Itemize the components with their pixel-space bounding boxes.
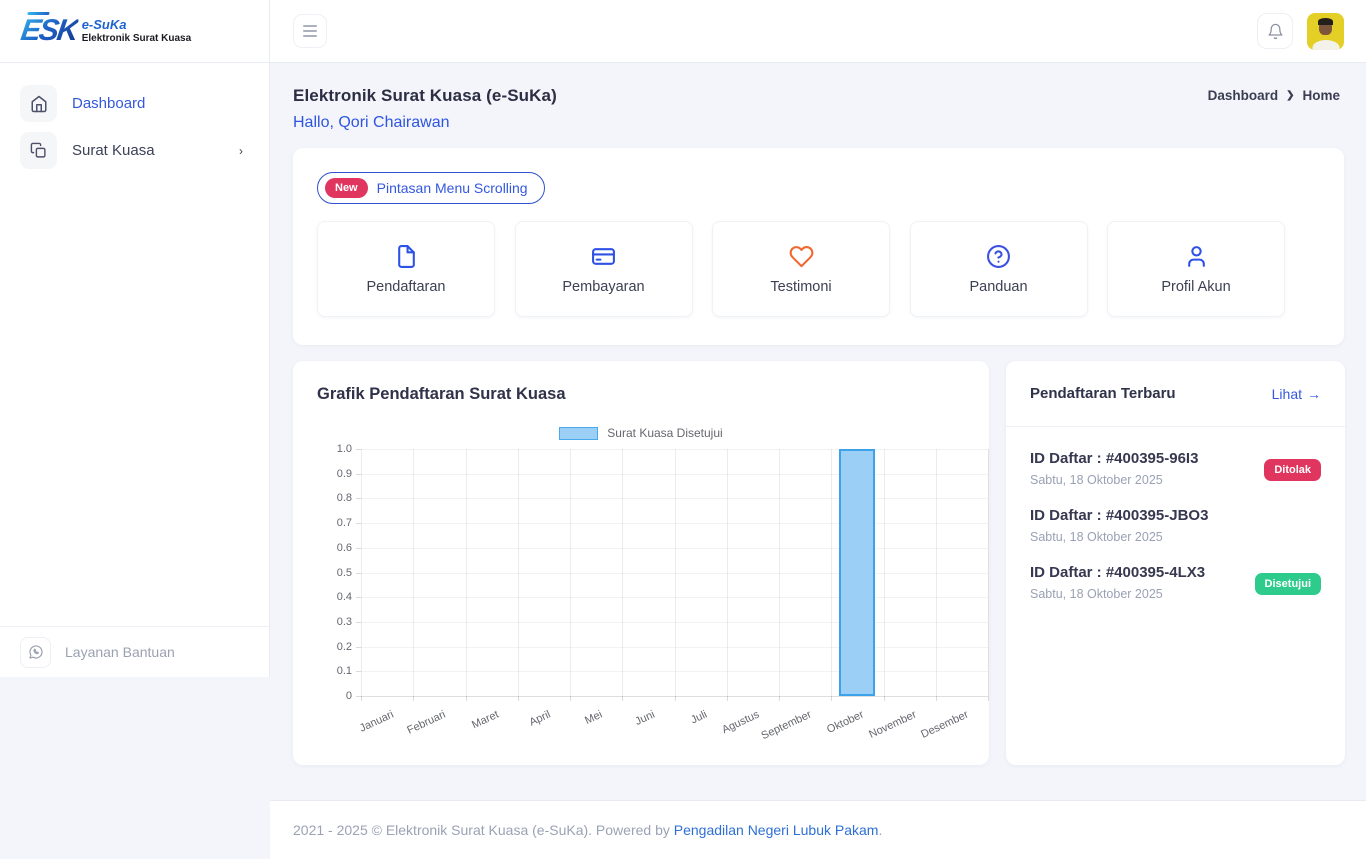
shortcut-scroll-button[interactable]: New Pintasan Menu Scrolling [317,172,545,204]
view-all-link[interactable]: Lihat → [1272,386,1321,402]
heart-icon [789,244,814,269]
user-greeting: Hallo, Qori Chairawan [293,114,1344,132]
chart-card: Grafik Pendaftaran Surat Kuasa Surat Kua… [293,361,989,765]
shortcut-pembayaran[interactable]: Pembayaran [515,221,693,317]
sidebar-toggle-button[interactable] [293,14,327,48]
user-icon [1184,244,1209,269]
x-axis-tick: Juli [689,709,709,727]
bar-chart-plot: 1.00.90.80.70.60.50.40.30.20.10JanuariFe… [361,449,988,696]
breadcrumb-home: Home [1302,88,1340,103]
shortcut-profil-akun[interactable]: Profil Akun [1107,221,1285,317]
shortcut-testimoni[interactable]: Testimoni [712,221,890,317]
bar-Oktober[interactable] [839,449,875,696]
status-badge-rejected: Ditolak [1264,459,1321,481]
file-icon [394,244,419,269]
credit-card-icon [591,244,616,269]
registration-list-item[interactable]: ID Daftar : #400395-4LX3 Sabtu, 18 Oktob… [1030,564,1321,601]
chart-legend[interactable]: Surat Kuasa Disetujui [317,426,965,440]
registration-list-item[interactable]: ID Daftar : #400395-96I3 Sabtu, 18 Oktob… [1030,450,1321,487]
logo-subtitle: Elektronik Surat Kuasa [82,33,191,45]
recent-registrations-card: Pendaftaran Terbaru Lihat → ID Daftar : … [1006,361,1345,765]
y-axis-tick: 0.3 [337,616,352,628]
legend-swatch [559,427,598,440]
footer-link[interactable]: Pengadilan Negeri Lubuk Pakam [674,822,879,838]
new-badge: New [325,178,368,198]
help-label: Layanan Bantuan [65,644,175,660]
y-axis-tick: 0.1 [337,665,352,677]
y-axis-tick: 0.6 [337,542,352,554]
y-axis-tick: 0.8 [337,492,352,504]
x-axis-tick: Mei [584,709,605,727]
footer-text: 2021 - 2025 © Elektronik Surat Kuasa (e-… [293,822,882,838]
y-axis-tick: 0.5 [337,567,352,579]
hamburger-icon [303,25,317,27]
x-axis-tick: April [527,709,552,729]
logo-mark: ESK [19,16,79,46]
status-badge-approved: Disetujui [1255,573,1321,595]
y-axis-tick: 0.2 [337,641,352,653]
x-axis-tick: Februari [406,709,448,737]
breadcrumb: Dashboard ❯ Home [1208,88,1340,103]
sidebar-item-label: Surat Kuasa [72,142,155,159]
y-axis-tick: 0.7 [337,517,352,529]
x-axis-tick: Desember [919,709,970,741]
shortcut-panduan[interactable]: Panduan [910,221,1088,317]
logo-app-name: e-SuKa [82,18,191,33]
x-axis-tick: Oktober [825,709,866,736]
sidebar-item-dashboard[interactable]: Dashboard [14,85,255,122]
sidebar-item-surat-kuasa[interactable]: Surat Kuasa › [14,132,255,169]
shortcut-pendaftaran[interactable]: Pendaftaran [317,221,495,317]
y-axis-tick: 0 [346,690,352,702]
whatsapp-icon [28,644,44,660]
chart-title: Grafik Pendaftaran Surat Kuasa [317,385,965,404]
notifications-button[interactable] [1257,13,1293,49]
y-axis-tick: 0.9 [337,468,352,480]
document-icon [30,142,47,159]
footer: 2021 - 2025 © Elektronik Surat Kuasa (e-… [270,800,1366,859]
x-axis-tick: September [760,709,814,743]
x-axis-tick: Juni [634,709,657,728]
x-axis-tick: Maret [470,709,501,732]
page-title: Elektronik Surat Kuasa (e-SuKa) [293,86,1344,106]
home-icon [30,95,48,113]
page-header: Elektronik Surat Kuasa (e-SuKa) Hallo, Q… [270,63,1366,148]
y-axis-tick: 1.0 [337,443,352,455]
top-navbar [270,0,1366,63]
shortcut-row: Pendaftaran Pembayaran Testimoni Panduan… [317,221,1320,317]
sidebar-item-help[interactable]: Layanan Bantuan [0,626,269,677]
user-avatar[interactable] [1307,13,1344,50]
x-axis-tick: Januari [358,709,396,735]
legend-label: Surat Kuasa Disetujui [607,426,722,440]
shortcuts-card: New Pintasan Menu Scrolling Pendaftaran … [293,148,1344,345]
x-axis-tick: Agustus [720,709,761,737]
registration-list-item[interactable]: ID Daftar : #400395-JBO3 Sabtu, 18 Oktob… [1030,507,1321,544]
main-content: Elektronik Surat Kuasa (e-SuKa) Hallo, Q… [270,63,1366,148]
chevron-right-icon: ❯ [1286,90,1294,101]
breadcrumb-dashboard[interactable]: Dashboard [1208,88,1279,103]
x-axis-tick: November [867,709,918,741]
bell-icon [1267,23,1284,40]
sidebar-item-label: Dashboard [72,95,145,112]
recent-card-title: Pendaftaran Terbaru [1030,385,1176,402]
arrow-right-icon: → [1307,386,1321,402]
sidebar: ESK e-SuKa Elektronik Surat Kuasa Dashbo… [0,0,270,677]
chevron-right-icon: › [239,144,243,158]
sidebar-menu: Dashboard Surat Kuasa › [0,63,269,169]
y-axis-tick: 0.4 [337,591,352,603]
help-circle-icon [986,244,1011,269]
app-logo[interactable]: ESK e-SuKa Elektronik Surat Kuasa [0,0,269,63]
